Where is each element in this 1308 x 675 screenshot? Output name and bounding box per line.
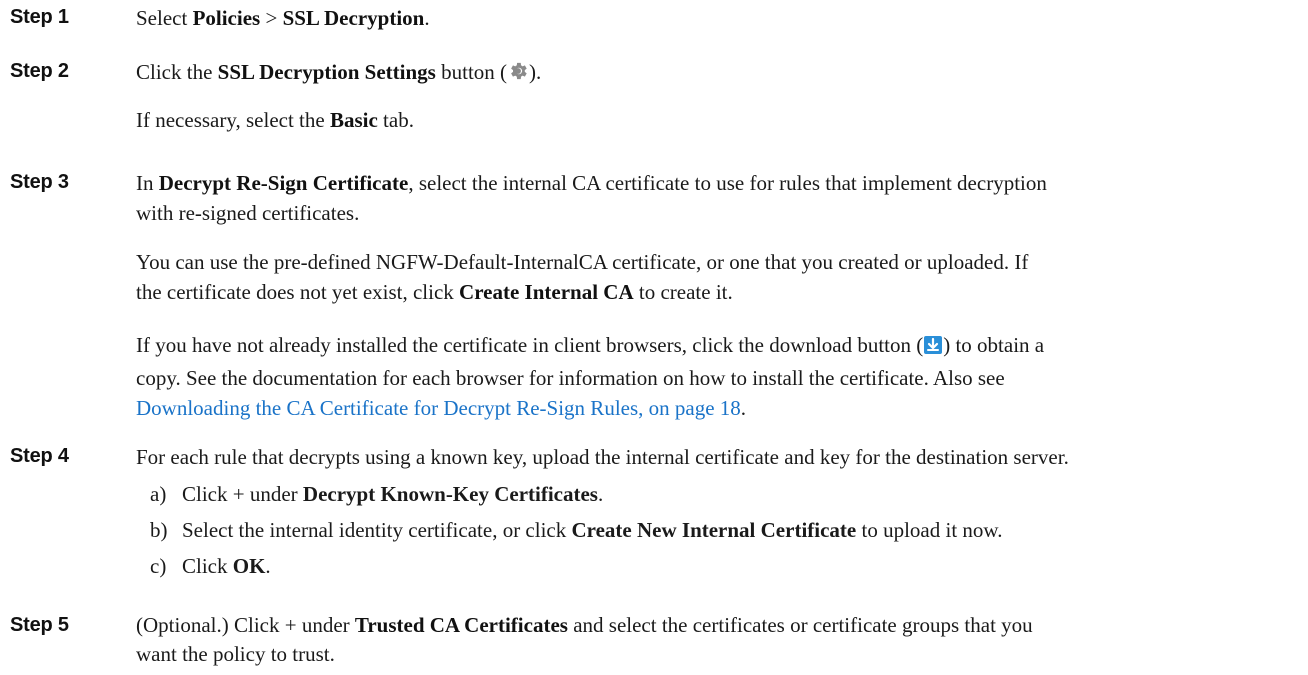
step-4-sub-a-marker: a) — [150, 482, 167, 506]
step-2-label: Step 2 — [10, 60, 69, 82]
step-3-p2-text-1: You can use the pre-defined NGFW-Default… — [136, 250, 1029, 274]
step-5-line-2-text: want the policy to trust. — [136, 642, 335, 666]
step-3-p3-line-1: If you have not already installed the ce… — [136, 330, 1296, 363]
step-3-p3-line-3: Downloading the CA Certificate for Decry… — [136, 393, 1296, 423]
step-2-button-name: SSL Decryption Settings — [217, 60, 436, 84]
step-3-p1-line-1: In Decrypt Re-Sign Certificate, select t… — [136, 168, 1296, 198]
step-3-p1-line-2: with re-signed certificates. — [136, 198, 1296, 228]
step-3-p2-pre: the certificate does not yet exist, clic… — [136, 280, 454, 304]
step-4-sub-a-pre: Click + under — [182, 482, 298, 506]
step-2-close: ). — [529, 60, 542, 84]
download-icon — [923, 333, 943, 363]
step-4-sub-a-bold: Decrypt Known-Key Certificates — [302, 482, 598, 506]
step-5-line-2: want the policy to trust. — [136, 640, 1296, 669]
step-3-create-ca: Create Internal CA — [459, 280, 634, 304]
step-5-label: Step 5 — [10, 614, 69, 636]
step-3-p3-line-2: copy. See the documentation for each bro… — [136, 363, 1296, 393]
step-3-p2-post: to create it. — [638, 280, 733, 304]
step-3-p3-text-2: copy. See the documentation for each bro… — [136, 366, 1005, 390]
step-2-basic: Basic — [329, 108, 378, 132]
step-5-text: (Optional.) Click + under Trusted CA Cer… — [136, 611, 1296, 669]
step-3-para-2: You can use the pre-defined NGFW-Default… — [136, 247, 1296, 307]
step-4-sub-b: b) Select the internal identity certifica… — [150, 516, 1300, 544]
step-4-text: For each rule that decrypts using a know… — [136, 445, 1069, 469]
step-2-click: Click the — [136, 60, 213, 84]
step-1-period: . — [424, 6, 430, 30]
step-1-policies: Policies — [192, 6, 261, 30]
step-3-link-period: . — [740, 396, 747, 420]
step-3-p3-pre: If you have not already installed the ce… — [136, 333, 924, 357]
step-4-sub-c-marker: c) — [150, 554, 167, 578]
step-5-trusted: Trusted CA Certificates — [354, 613, 568, 637]
step-1-separator: > — [265, 6, 278, 30]
downloading-ca-link[interactable]: Downloading the CA Certificate for Decry… — [136, 396, 741, 420]
step-3-p2-line-1: You can use the pre-defined NGFW-Default… — [136, 247, 1296, 277]
step-5-line-1: (Optional.) Click + under Trusted CA Cer… — [136, 611, 1296, 640]
step-4-sub-c: c) Click OK. — [150, 552, 1300, 580]
step-2-note-pre: If necessary, select the — [136, 108, 325, 132]
step-4-sub-c-post: . — [265, 554, 271, 578]
step-3-p3-post: ) to obtain a — [943, 333, 1045, 357]
step-4-sub-b-marker: b) — [150, 518, 168, 542]
step-2-note: If necessary, select the Basic tab. — [136, 105, 1296, 135]
step-1-text: Select Policies > SSL Decryption. — [136, 3, 1296, 33]
step-5-pre: (Optional.) Click + under — [136, 613, 350, 637]
step-1-label: Step 1 — [10, 6, 69, 28]
step-5-post: and select the certificates or certifica… — [573, 613, 1033, 637]
step-4-sub-c-pre: Click — [182, 554, 228, 578]
step-1-ssl: SSL Decryption — [282, 6, 425, 30]
step-3-p1-rest-1: , select the internal CA certificate to … — [408, 171, 1047, 195]
step-3-in: In — [136, 171, 154, 195]
step-3-para-1: In Decrypt Re-Sign Certificate, select t… — [136, 168, 1296, 228]
step-1-select: Select — [136, 6, 188, 30]
gear-icon — [507, 60, 529, 90]
step-3-p2-line-2: the certificate does not yet exist, clic… — [136, 277, 1296, 307]
step-2-note-post: tab. — [383, 108, 414, 132]
step-3-label: Step 3 — [10, 171, 69, 193]
document-page: Step 1 Select Policies > SSL Decryption.… — [0, 0, 1308, 675]
step-4-sub-c-bold: OK — [232, 554, 266, 578]
step-4-sub-b-post: to upload it now. — [861, 518, 1003, 542]
step-4-sub-b-bold: Create New Internal Certificate — [571, 518, 857, 542]
step-4-sub-a: a) Click + under Decrypt Known-Key Certif… — [150, 480, 1300, 508]
step-2-button-word: button ( — [441, 60, 508, 84]
step-4-label: Step 4 — [10, 445, 69, 467]
step-3-decrypt-resign: Decrypt Re-Sign Certificate — [158, 171, 409, 195]
step-3-p1-rest-2: with re-signed certificates. — [136, 201, 360, 225]
step-2-text: Click the SSL Decryption Settings button… — [136, 57, 1296, 90]
step-3-para-3: If you have not already installed the ce… — [136, 330, 1296, 423]
step-4-sub-a-post: . — [597, 482, 604, 506]
step-4-sub-b-pre: Select the internal identity certificate… — [182, 518, 567, 542]
